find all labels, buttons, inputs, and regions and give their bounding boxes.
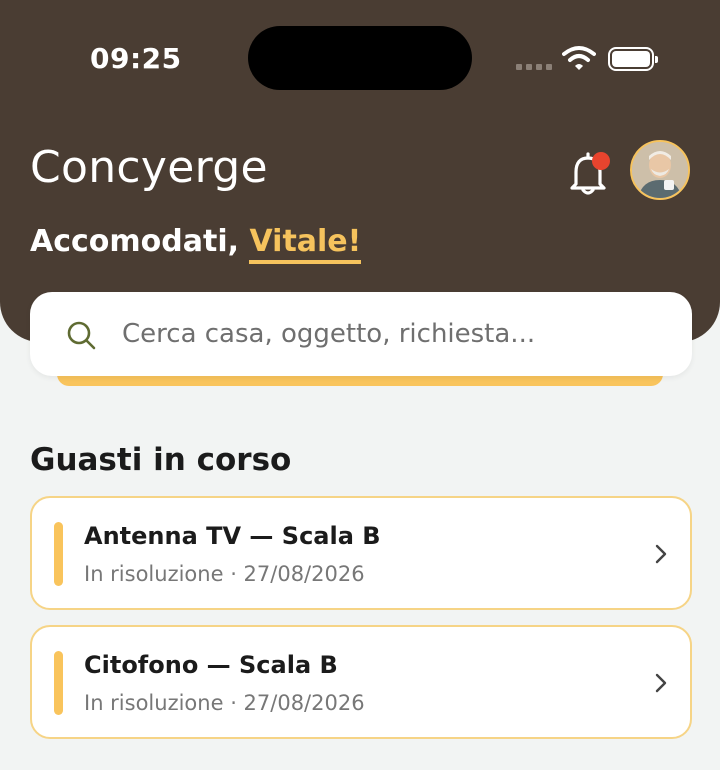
fault-title: Citofono — Scala B: [84, 651, 338, 679]
search-input[interactable]: [122, 292, 662, 376]
search-bar[interactable]: [30, 292, 692, 376]
fault-title: Antenna TV — Scala B: [84, 522, 381, 550]
fault-meta: In risoluzione · 27/08/2026: [84, 691, 365, 715]
app-header: 09:25 Concyerge Accomodati, Vitale!: [0, 0, 720, 342]
chevron-right-icon: [655, 673, 667, 693]
notification-badge: [592, 152, 610, 170]
fault-card[interactable]: Antenna TV — Scala B In risoluzione · 27…: [30, 496, 692, 610]
fault-card[interactable]: Citofono — Scala B In risoluzione · 27/0…: [30, 625, 692, 739]
battery-icon: [608, 47, 658, 71]
fault-meta: In risoluzione · 27/08/2026: [84, 562, 365, 586]
cellular-signal-icon: [516, 64, 552, 70]
status-bar-indicator: [54, 522, 63, 586]
app-title: Concyerge: [30, 142, 268, 193]
search-icon: [67, 321, 96, 350]
section-title: Guasti in corso: [30, 442, 292, 478]
wifi-icon: [562, 46, 596, 70]
status-bar-indicator: [54, 651, 63, 715]
chevron-right-icon: [655, 544, 667, 564]
greeting-name: Vitale!: [249, 226, 362, 264]
avatar[interactable]: [630, 140, 690, 200]
status-time: 09:25: [90, 42, 182, 75]
dynamic-island: [248, 26, 472, 90]
greeting: Accomodati, Vitale!: [30, 224, 362, 264]
greeting-prefix: Accomodati,: [30, 224, 240, 259]
